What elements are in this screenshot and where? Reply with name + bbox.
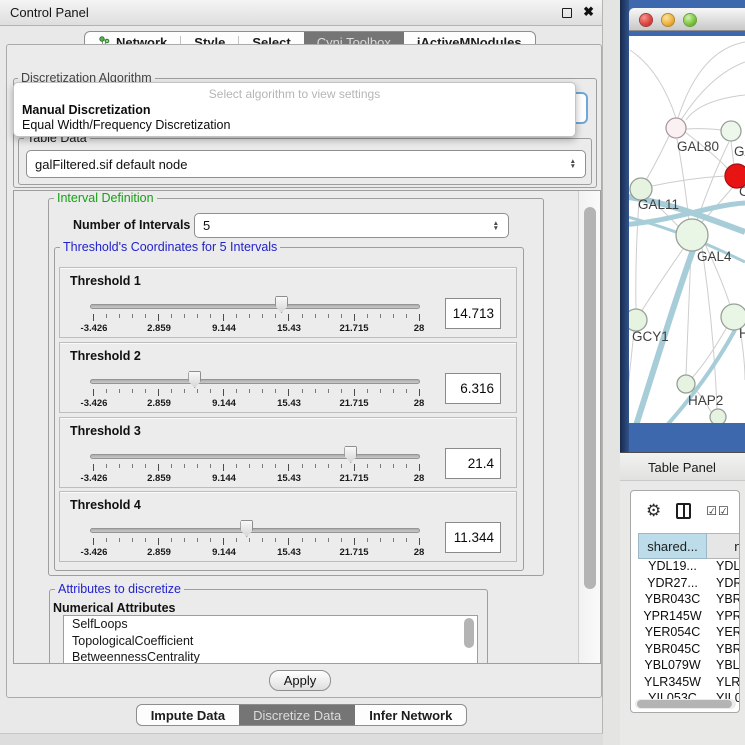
node-gal4[interactable]: [676, 219, 708, 251]
number-of-intervals-label: Number of Intervals: [73, 218, 190, 232]
threshold-2-slider-track[interactable]: [90, 379, 420, 384]
numerical-attributes-list: SelfLoops TopologicalCoefficient Between…: [63, 615, 478, 664]
node-label-gcy1: GCY1: [632, 329, 669, 344]
threshold-1-value-field[interactable]: 14.713: [445, 298, 501, 329]
node-label-h: H: [739, 326, 745, 341]
slider-ticks: [93, 464, 420, 471]
threshold-4-slider-handle[interactable]: [240, 520, 253, 537]
settings-scrollpane: Interval Definition Number of Intervals …: [13, 190, 601, 664]
network-window-titlebar[interactable]: [629, 8, 745, 31]
combo-arrows-icon: ▲▼: [493, 221, 499, 231]
network-canvas[interactable]: GAL80 GA C GAL11 GAL4 GCY1 H HAP2: [629, 36, 745, 423]
node-gcy1[interactable]: [629, 309, 647, 331]
tab-discretize-data[interactable]: Discretize Data: [239, 705, 355, 725]
table-data-value: galFiltered.sif default node: [35, 157, 187, 172]
minimize-traffic-light-icon[interactable]: [662, 14, 674, 26]
thresholds-group-label: Threshold's Coordinates for 5 Intervals: [60, 240, 280, 254]
dropdown-item-manual-discretization[interactable]: Manual Discretization: [14, 101, 575, 117]
node-label-c: C: [739, 184, 745, 199]
bottom-strip: [0, 733, 603, 745]
column-header-shared-name[interactable]: shared...: [638, 533, 707, 559]
node-label-hap2: HAP2: [688, 393, 723, 408]
panel-title: Control Panel: [10, 5, 89, 20]
node-hap2[interactable]: [677, 375, 695, 393]
algorithm-dropdown-popup: Select algorithm to view settings Manual…: [13, 82, 576, 137]
table-row[interactable]: YBL079WYBL0: [638, 658, 740, 675]
bottom-tab-bar: Impute Data Discretize Data Infer Networ…: [0, 704, 603, 726]
threshold-1-slider-track[interactable]: [90, 304, 420, 309]
interval-definition-label: Interval Definition: [54, 191, 157, 205]
desktop-background: [620, 0, 629, 452]
table-row[interactable]: YPR145WYPR1: [638, 609, 740, 626]
threshold-1-label: Threshold 1: [70, 274, 141, 288]
gear-icon[interactable]: ⚙: [646, 501, 661, 521]
threshold-4-label: Threshold 4: [70, 498, 141, 512]
table-panel-titlebar: Table Panel: [620, 452, 745, 481]
node-gal80[interactable]: [666, 118, 686, 138]
table-data-combobox[interactable]: galFiltered.sif default node ▲▼: [26, 150, 586, 178]
slider-ticks: [93, 314, 420, 321]
node-label-gal80: GAL80: [677, 139, 719, 154]
close-icon[interactable]: ✖: [583, 4, 594, 20]
threshold-2-label: Threshold 2: [70, 349, 141, 363]
threshold-1-slider-handle[interactable]: [275, 296, 288, 313]
number-of-intervals-value: 5: [203, 218, 210, 233]
list-item[interactable]: TopologicalCoefficient: [64, 633, 477, 650]
node-ga[interactable]: [721, 121, 741, 141]
threshold-3-slider-track[interactable]: [90, 454, 420, 459]
list-scrollbar[interactable]: [464, 618, 474, 662]
node-label-ga: GA: [734, 144, 745, 159]
threshold-4-slider-track[interactable]: [90, 528, 420, 533]
table-row[interactable]: YDR27...YDR2: [638, 576, 740, 593]
table-row[interactable]: YER054CYER0: [638, 625, 740, 642]
threshold-3-slider-handle[interactable]: [344, 446, 357, 463]
numerical-attributes-label: Numerical Attributes: [53, 601, 175, 615]
threshold-2-slider-handle[interactable]: [188, 371, 201, 388]
table-horizontal-scrollbar[interactable]: [635, 699, 736, 709]
threshold-3-value-field[interactable]: 21.4: [445, 448, 501, 479]
close-traffic-light-icon[interactable]: [640, 14, 652, 26]
tab-infer-network[interactable]: Infer Network: [355, 705, 466, 725]
apply-button[interactable]: Apply: [269, 670, 331, 691]
table-row[interactable]: YLR345WYLR3: [638, 675, 740, 692]
attributes-group-label: Attributes to discretize: [55, 582, 184, 596]
node-table: shared... na YDL19...YDL1 YDR27...YDR2 Y…: [638, 533, 740, 708]
table-panel-card: ⚙ ☑☑ shared... na YDL19...YDL1 YDR27...Y…: [630, 490, 740, 713]
table-row[interactable]: YBR045CYBR0: [638, 642, 740, 659]
list-item[interactable]: BetweennessCentrality: [64, 649, 477, 664]
columns-icon[interactable]: [676, 503, 691, 519]
column-header-name[interactable]: na: [707, 533, 740, 559]
table-header-row: shared... na: [638, 533, 740, 559]
right-region: GAL80 GA C GAL11 GAL4 GCY1 H HAP2 Table …: [620, 0, 745, 745]
number-of-intervals-combobox[interactable]: 5 ▲▼: [194, 213, 509, 238]
threshold-4-value-field[interactable]: 11.344: [445, 522, 501, 553]
threshold-4-panel: Threshold 4 -3.4262.8599.14415.4321.7152…: [59, 491, 517, 562]
zoom-traffic-light-icon[interactable]: [684, 14, 696, 26]
threshold-1-panel: Threshold 1 -3.4262.8599.14415.4321.7152…: [59, 267, 517, 338]
table-row[interactable]: YDL19...YDL1: [638, 559, 740, 576]
float-window-icon[interactable]: [562, 8, 572, 18]
threshold-2-value-field[interactable]: 6.316: [445, 373, 501, 404]
dropdown-item-equal-width-frequency[interactable]: Equal Width/Frequency Discretization: [14, 117, 575, 133]
threshold-2-panel: Threshold 2 -3.4262.8599.14415.4321.7152…: [59, 342, 517, 413]
settings-vertical-scrollbar[interactable]: [578, 191, 600, 663]
control-panel-titlebar: Control Panel ✖: [0, 0, 602, 26]
threshold-3-label: Threshold 3: [70, 424, 141, 438]
combo-arrows-icon: ▲▼: [570, 159, 576, 169]
slider-ticks: [93, 538, 420, 545]
node-label-gal4: GAL4: [697, 249, 732, 264]
table-panel-title: Table Panel: [648, 460, 716, 475]
list-item[interactable]: SelfLoops: [64, 616, 477, 633]
slider-ticks: [93, 389, 420, 396]
table-toolbar: ⚙ ☑☑: [631, 491, 739, 531]
tab-impute-data[interactable]: Impute Data: [137, 705, 239, 725]
table-row[interactable]: YBR043CYBR0: [638, 592, 740, 609]
node-partial[interactable]: [710, 409, 726, 423]
network-graph: GAL80 GA C GAL11 GAL4 GCY1 H HAP2: [629, 36, 745, 423]
select-columns-icon[interactable]: ☑☑: [706, 504, 730, 518]
threshold-3-panel: Threshold 3 -3.4262.8599.14415.4321.7152…: [59, 417, 517, 488]
control-panel: Control Panel ✖ Network Style Select Cyn…: [0, 0, 603, 745]
dropdown-prompt: Select algorithm to view settings: [14, 83, 575, 101]
node-label-gal11: GAL11: [638, 197, 679, 212]
